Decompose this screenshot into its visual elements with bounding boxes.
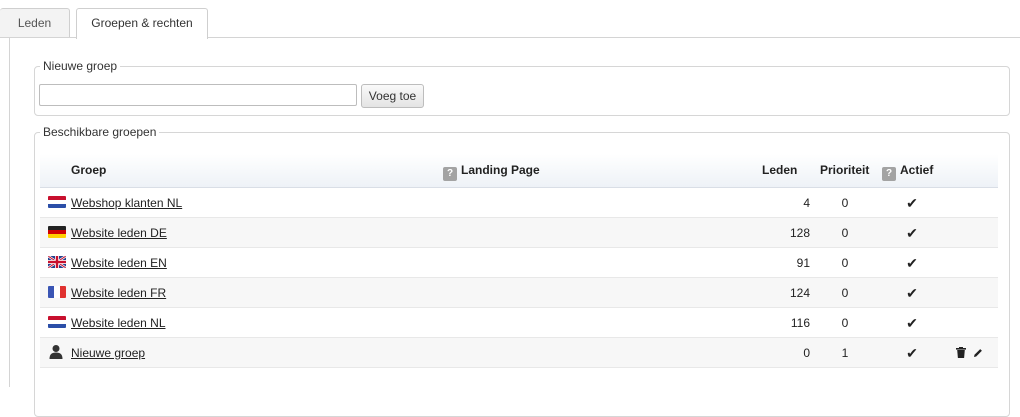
col-header-prioriteit[interactable]: Prioriteit [820,154,869,186]
group-leden-count: 0 [803,346,810,360]
tab-bar: Leden Groepen & rechten [0,0,1020,39]
flag-gb-icon [48,248,66,278]
pencil-icon[interactable] [973,338,983,368]
add-group-button[interactable]: Voeg toe [361,84,424,108]
group-priority: 0 [841,226,849,240]
help-icon[interactable]: ? [882,167,896,181]
help-icon[interactable]: ? [443,167,457,181]
check-icon[interactable]: ✔ [902,188,922,218]
col-header-actief-label: Actief [900,163,934,177]
flag-fr-icon [48,278,66,308]
row-actions [952,338,983,368]
tab-leden[interactable]: Leden [0,8,70,38]
new-group-name-input[interactable] [39,84,357,106]
trash-icon[interactable] [956,338,966,368]
group-leden-count: 124 [789,286,810,300]
group-priority: 0 [841,316,849,330]
col-header-landing-label: Landing Page [461,163,540,177]
group-leden-count: 128 [789,226,810,240]
tab-groepen-rechten[interactable]: Groepen & rechten [76,8,208,39]
group-link[interactable]: Website leden NL [71,308,166,338]
col-header-actief: ? Actief [882,154,933,186]
table-row: Webshop klanten NL 4 0 ✔ [40,188,998,218]
flag-nl-icon [48,308,66,338]
table-header: Groep ? Landing Page Leden Prioriteit ? Ac… [40,154,998,188]
table-row: Nieuwe groep 0 1 ✔ [40,338,998,368]
group-link[interactable]: Website leden DE [71,218,167,248]
group-leden-count: 91 [796,256,810,270]
table-row: Website leden EN 91 0 ✔ [40,248,998,278]
group-link[interactable]: Website leden EN [71,248,167,278]
table-row: Website leden FR 124 0 ✔ [40,278,998,308]
check-icon[interactable]: ✔ [902,278,922,308]
groups-table: Groep ? Landing Page Leden Prioriteit ? Ac… [40,154,998,368]
flag-nl-icon [48,188,66,218]
table-row: Website leden NL 116 0 ✔ [40,308,998,338]
group-priority: 0 [841,256,849,270]
user-icon [48,338,64,368]
col-header-landing-page: ? Landing Page [443,154,540,186]
group-link[interactable]: Website leden FR [71,278,166,308]
available-groups-legend: Beschikbare groepen [40,125,160,139]
new-group-fieldset: Nieuwe groep Voeg toe [34,59,1010,116]
group-leden-count: 4 [803,196,810,210]
group-priority: 0 [841,286,849,300]
group-link[interactable]: Nieuwe groep [71,338,145,368]
group-priority: 1 [841,346,849,360]
col-header-leden[interactable]: Leden [762,154,797,186]
group-link[interactable]: Webshop klanten NL [71,188,182,218]
col-header-groep[interactable]: Groep [71,154,106,186]
available-groups-fieldset: Beschikbare groepen Groep ? Landing Page … [34,125,1010,417]
check-icon[interactable]: ✔ [902,308,922,338]
check-icon[interactable]: ✔ [902,218,922,248]
tab-panel: Nieuwe groep Voeg toe Beschikbare groepe… [9,38,1020,417]
table-row: Website leden DE 128 0 ✔ [40,218,998,248]
group-priority: 0 [841,196,849,210]
check-icon[interactable]: ✔ [902,248,922,278]
group-leden-count: 116 [790,316,810,330]
check-icon[interactable]: ✔ [902,338,922,368]
flag-de-icon [48,218,66,248]
new-group-legend: Nieuwe groep [40,59,121,73]
